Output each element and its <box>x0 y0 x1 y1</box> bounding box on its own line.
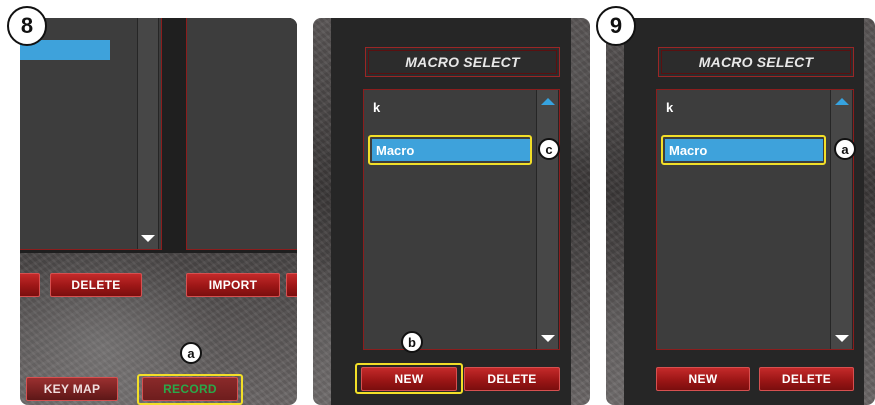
panel-macro-select: MACRO SELECT k Macro c NEW DELETE b <box>313 18 590 405</box>
callout-b: b <box>401 331 423 353</box>
scroll-up-icon[interactable] <box>835 98 849 105</box>
scroll-up-icon[interactable] <box>541 98 555 105</box>
macro-scrollbar[interactable] <box>536 90 559 349</box>
panel-step-9: MACRO SELECT k Macro a NEW DELETE <box>606 18 875 405</box>
callout-c: c <box>538 138 560 160</box>
delete-button[interactable]: DELETE <box>50 273 142 297</box>
callout-a: a <box>834 138 856 160</box>
macro-list[interactable]: k Macro <box>363 89 560 350</box>
macro-list[interactable]: k Macro <box>656 89 854 350</box>
step-badge-9: 9 <box>596 6 636 46</box>
macro-item-highlight <box>661 135 826 165</box>
record-highlight <box>137 374 243 405</box>
import-button[interactable]: IMPORT <box>186 273 280 297</box>
macro-item-k[interactable]: k <box>373 100 380 115</box>
macro-item-k[interactable]: k <box>666 100 673 115</box>
macro-select-title: MACRO SELECT <box>658 47 854 77</box>
new-button[interactable]: NEW <box>656 367 750 391</box>
scroll-down-icon[interactable] <box>141 235 155 242</box>
keymap-list[interactable] <box>20 18 162 250</box>
macro-select-title: MACRO SELECT <box>365 47 560 77</box>
panel-step-8: DELETE IMPORT KEY MAP RECORD a <box>20 18 297 405</box>
delete-button[interactable]: DELETE <box>464 367 560 391</box>
keymap-button[interactable]: KEY MAP <box>26 377 118 401</box>
delete-button[interactable]: DELETE <box>759 367 854 391</box>
scroll-down-icon[interactable] <box>541 335 555 342</box>
clipped-button-right[interactable] <box>286 273 297 297</box>
scrollbar[interactable] <box>137 18 159 249</box>
scroll-down-icon[interactable] <box>835 335 849 342</box>
step-badge-8: 8 <box>7 6 47 46</box>
clipped-button-left[interactable] <box>20 273 40 297</box>
macro-item-highlight <box>368 135 532 165</box>
macro-scrollbar[interactable] <box>830 90 853 349</box>
callout-a: a <box>180 342 202 364</box>
import-list[interactable] <box>186 18 297 250</box>
new-button-highlight <box>355 363 463 394</box>
